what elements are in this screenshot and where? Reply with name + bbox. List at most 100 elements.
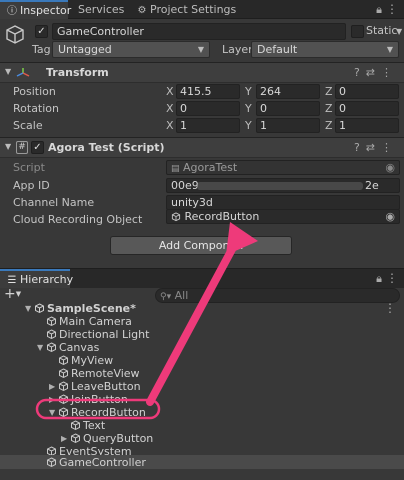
layer-dropdown[interactable]: Default ▼ xyxy=(251,41,399,58)
component-header-icons: ?⇄⋮ xyxy=(354,66,398,79)
axis-y-label[interactable]: Y xyxy=(245,119,252,133)
more-menu-icon[interactable]: ⋮ xyxy=(381,66,398,79)
tab-project-settings[interactable]: ⚙ Project Settings xyxy=(130,0,237,19)
axis-z-label[interactable]: Z xyxy=(325,119,333,133)
lock-icon[interactable]: 🔒︎ xyxy=(376,3,382,17)
axis-x-label[interactable]: X xyxy=(166,102,174,116)
chevron-down-icon: ▼ xyxy=(386,45,393,54)
hierarchy-item-directional-light[interactable]: Directional Light xyxy=(46,328,149,341)
object-name-field[interactable]: GameController xyxy=(52,23,346,40)
tab-inspector[interactable]: ⓘ Inspector xyxy=(0,0,71,19)
fold-arrow-icon[interactable]: ▼ xyxy=(49,406,55,419)
tab-services[interactable]: Services xyxy=(72,0,128,19)
axis-z-label[interactable]: Z xyxy=(325,85,333,99)
hierarchy-item-recordbutton[interactable]: RecordButton xyxy=(58,406,146,419)
transform-axes-icon xyxy=(16,68,30,77)
more-menu-icon[interactable]: ⋮ xyxy=(381,141,398,154)
fold-arrow-icon[interactable]: ▼ xyxy=(5,142,11,151)
hierarchy-item-myview[interactable]: MyView xyxy=(58,354,113,367)
add-component-button[interactable]: Add Componen xyxy=(110,236,292,255)
lock-icon[interactable]: 🔒︎ xyxy=(376,272,382,286)
rotation-x-field[interactable]: 0 xyxy=(176,101,240,116)
scale-z-field[interactable]: 1 xyxy=(335,118,399,133)
hierarchy-item-gamecontroller[interactable]: GameController xyxy=(46,456,146,469)
fold-arrow-icon[interactable]: ▼ xyxy=(5,67,11,76)
gameobject-cube-icon xyxy=(59,355,68,366)
script-hash-icon: # xyxy=(16,141,28,154)
position-y-field[interactable]: 264 xyxy=(256,84,320,99)
tag-label: Tag xyxy=(32,43,51,56)
axis-x-label[interactable]: X xyxy=(166,85,174,99)
static-checkbox[interactable] xyxy=(351,25,364,38)
position-label: Position xyxy=(13,85,56,98)
scale-label: Scale xyxy=(13,119,43,132)
gameobject-cube-icon xyxy=(171,212,181,222)
create-button[interactable]: +▼ xyxy=(4,286,21,302)
app-id-label: App ID xyxy=(13,179,50,192)
static-dropdown-arrow-icon[interactable]: ▼ xyxy=(396,27,402,36)
chevron-down-icon: ▼ xyxy=(15,290,22,298)
preset-icon[interactable]: ⇄ xyxy=(366,141,381,154)
gameobject-cube-icon xyxy=(59,407,68,418)
more-menu-icon[interactable]: ⋮ xyxy=(386,2,398,16)
transform-header[interactable]: ▼ Transform ?⇄⋮ xyxy=(0,62,404,83)
layer-label: Layer xyxy=(222,43,253,56)
gameobject-cube-icon xyxy=(71,420,80,431)
scene-item[interactable]: SampleScene* xyxy=(34,302,136,315)
hierarchy-item-main-camera[interactable]: Main Camera xyxy=(46,315,132,328)
channel-name-field[interactable]: unity3d xyxy=(166,195,400,210)
gameobject-cube-icon xyxy=(47,342,56,353)
rotation-z-field[interactable]: 0 xyxy=(335,101,399,116)
rotation-label: Rotation xyxy=(13,102,60,115)
more-menu-icon[interactable]: ⋮ xyxy=(384,301,396,315)
window-tab-bar: ⓘ Inspector Services ⚙ Project Settings 🔒︎… xyxy=(0,0,404,19)
script-enabled-checkbox[interactable]: ✓ xyxy=(31,141,44,154)
app-id-field[interactable]: 00e9 2e xyxy=(166,178,400,193)
axis-y-label[interactable]: Y xyxy=(245,85,252,99)
hierarchy-item-joinbutton[interactable]: JoinButton xyxy=(58,393,128,406)
gear-icon: ⚙ xyxy=(137,5,147,16)
hierarchy-item-text[interactable]: Text xyxy=(70,419,105,432)
object-picker-icon: ◉ xyxy=(385,161,395,174)
object-picker-icon[interactable]: ◉ xyxy=(385,210,395,223)
hierarchy-item-remoteview[interactable]: RemoteView xyxy=(58,367,140,380)
axis-x-label[interactable]: X xyxy=(166,119,174,133)
hierarchy-item-querybutton[interactable]: QueryButton xyxy=(70,432,153,445)
component-header-icons: ?⇄⋮ xyxy=(354,141,398,154)
hierarchy-search-input[interactable]: ⚲▾ All xyxy=(155,288,400,303)
static-label: Static xyxy=(366,24,398,37)
position-x-field[interactable]: 415.5 xyxy=(176,84,240,99)
script-title: Agora Test (Script) xyxy=(48,141,165,154)
script-label: Script xyxy=(13,161,45,174)
scale-y-field[interactable]: 1 xyxy=(256,118,320,133)
position-z-field[interactable]: 0 xyxy=(335,84,399,99)
hierarchy-item-canvas[interactable]: Canvas xyxy=(46,341,99,354)
fold-arrow-right-icon[interactable]: ▶ xyxy=(49,380,55,393)
search-icon: ⚲▾ xyxy=(160,292,172,302)
hierarchy-item-leavebutton[interactable]: LeaveButton xyxy=(58,380,141,393)
axis-y-label[interactable]: Y xyxy=(245,102,252,116)
scale-x-field[interactable]: 1 xyxy=(176,118,240,133)
gameobject-cube-icon xyxy=(47,457,56,468)
hierarchy-tab-bar: ☰ Hierarchy 🔒︎ ⋮ xyxy=(0,269,404,288)
fold-arrow-right-icon[interactable]: ▶ xyxy=(61,432,67,445)
gameobject-cube-icon xyxy=(47,329,56,340)
axis-z-label[interactable]: Z xyxy=(325,102,333,116)
help-icon[interactable]: ? xyxy=(354,66,366,79)
fold-arrow-icon[interactable]: ▼ xyxy=(25,302,31,315)
script-component-header[interactable]: ▼ # ✓ Agora Test (Script) ?⇄⋮ xyxy=(0,137,404,158)
help-icon[interactable]: ? xyxy=(354,141,366,154)
gameobject-cube-icon xyxy=(59,394,68,405)
tag-dropdown[interactable]: Untagged ▼ xyxy=(52,41,210,58)
cloud-recording-object-field[interactable]: RecordButton ◉ xyxy=(166,209,400,224)
transform-title: Transform xyxy=(46,66,109,79)
more-menu-icon[interactable]: ⋮ xyxy=(386,271,398,285)
rotation-y-field[interactable]: 0 xyxy=(256,101,320,116)
fold-arrow-right-icon[interactable]: ▶ xyxy=(49,393,55,406)
channel-name-label: Channel Name xyxy=(13,196,95,209)
fold-arrow-icon[interactable]: ▼ xyxy=(37,341,43,354)
preset-icon[interactable]: ⇄ xyxy=(366,66,381,79)
gameobject-cube-icon xyxy=(59,368,68,379)
gameobject-cube-icon xyxy=(59,381,68,392)
object-active-checkbox[interactable]: ✓ xyxy=(35,25,48,38)
